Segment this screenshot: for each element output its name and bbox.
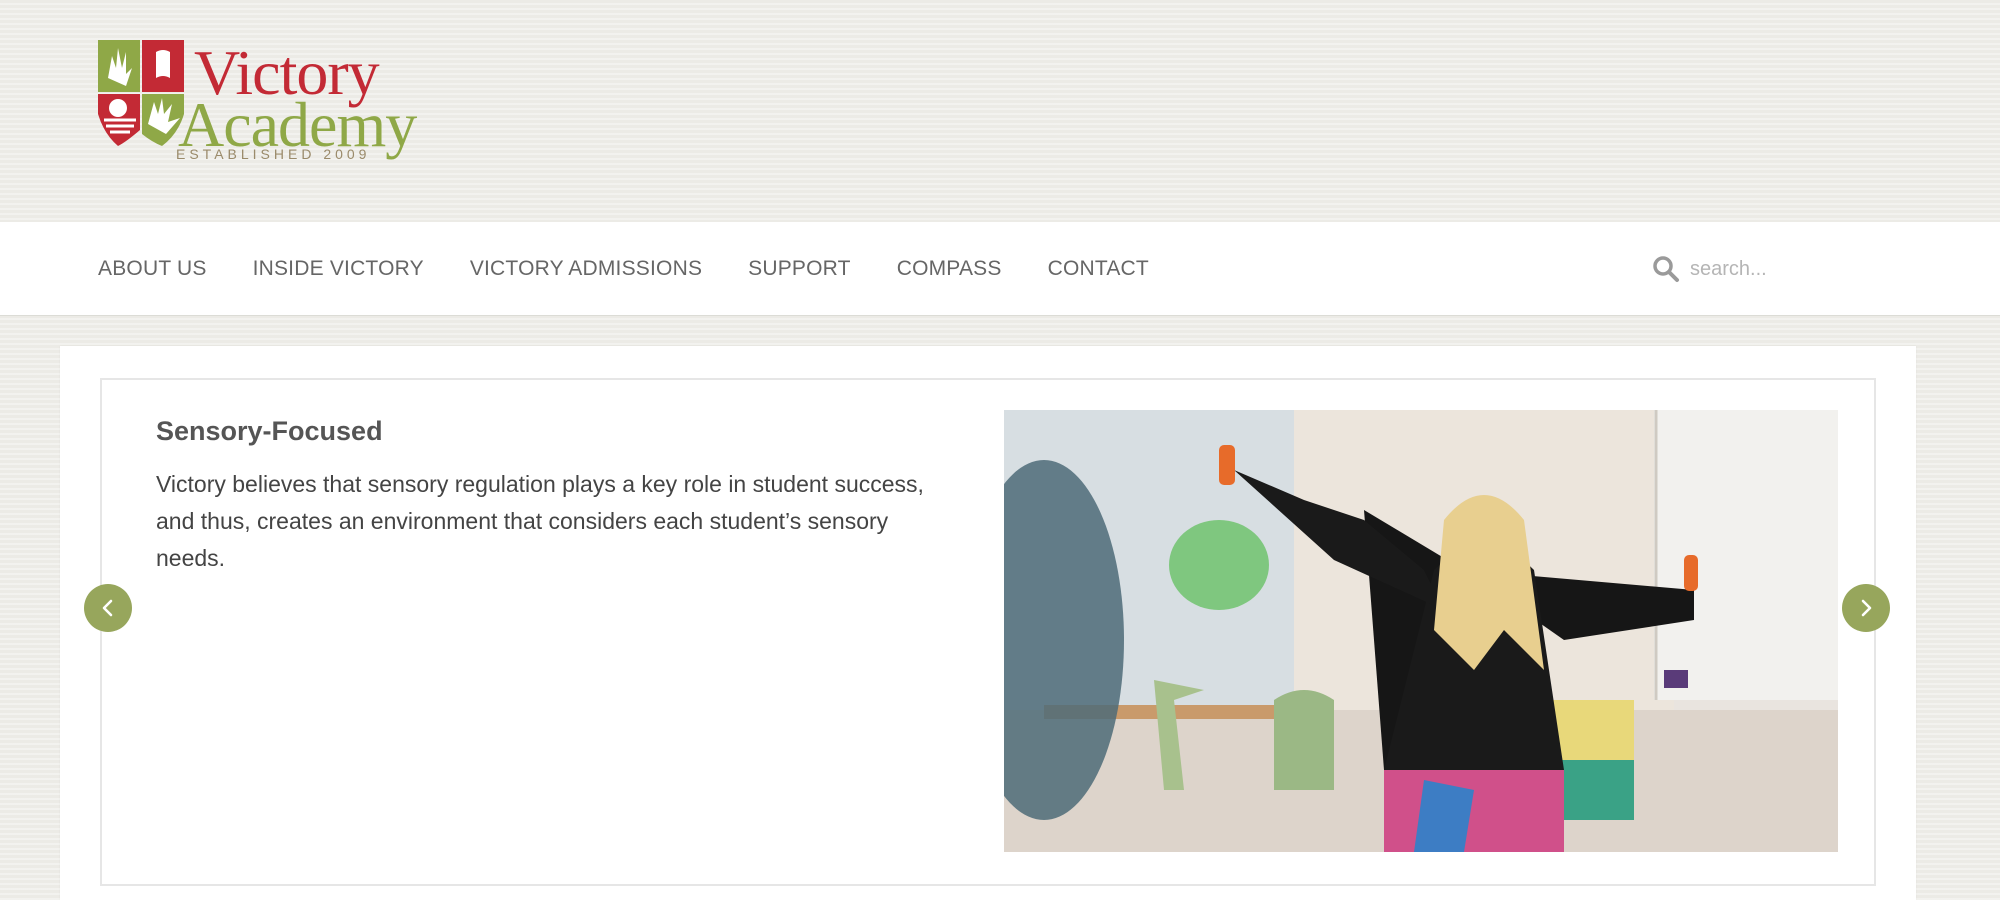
search-box xyxy=(1652,222,1890,316)
search-input[interactable] xyxy=(1690,257,1890,281)
content-panel: Sensory-Focused Victory believes that se… xyxy=(60,346,1916,900)
nav-item-contact[interactable]: CONTACT xyxy=(1048,257,1149,281)
slider-next-button[interactable] xyxy=(1842,584,1890,632)
slider: Sensory-Focused Victory believes that se… xyxy=(100,378,1876,886)
classroom-photo-illustration xyxy=(1004,410,1838,852)
logo-established: ESTABLISHED 2009 xyxy=(176,146,371,162)
nav-list: ABOUT US INSIDE VICTORY VICTORY ADMISSIO… xyxy=(98,222,1195,316)
nav-item-support[interactable]: SUPPORT xyxy=(748,257,851,281)
shield-icon xyxy=(98,40,184,146)
nav-item-compass[interactable]: COMPASS xyxy=(897,257,1002,281)
slide-photo xyxy=(1004,410,1838,852)
chevron-left-icon xyxy=(102,599,113,617)
nav-item-inside-victory[interactable]: INSIDE VICTORY xyxy=(253,257,424,281)
slide-title: Sensory-Focused xyxy=(156,416,383,446)
site-header: Victory Academy ESTABLISHED 2009 xyxy=(0,0,2000,222)
slider-prev-button[interactable] xyxy=(84,584,132,632)
slide-description: Victory believes that sensory regulation… xyxy=(156,471,924,571)
main-navbar: ABOUT US INSIDE VICTORY VICTORY ADMISSIO… xyxy=(0,222,2000,316)
logo[interactable]: Victory Academy ESTABLISHED 2009 xyxy=(96,38,417,166)
nav-item-about-us[interactable]: ABOUT US xyxy=(98,257,207,281)
search-icon[interactable] xyxy=(1652,255,1680,283)
chevron-right-icon xyxy=(1861,599,1872,617)
nav-item-victory-admissions[interactable]: VICTORY ADMISSIONS xyxy=(470,257,702,281)
